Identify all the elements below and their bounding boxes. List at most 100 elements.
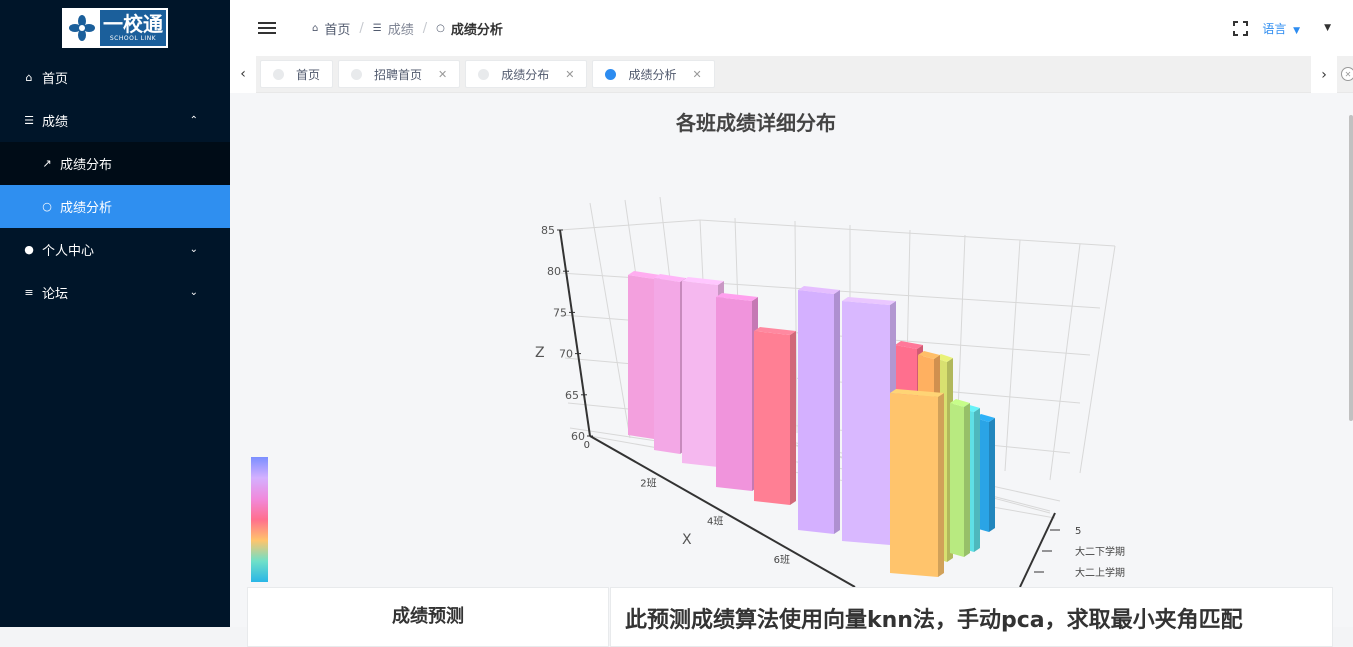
tab-dot-icon — [605, 68, 617, 80]
sidebar-item-forum[interactable]: ≡ 论坛 ⌄ — [0, 271, 230, 314]
chevron-down-icon: ⌄ — [189, 244, 198, 255]
sidebar-item-label: 成绩分析 — [60, 201, 113, 216]
tab-home[interactable]: 首页 — [260, 60, 334, 88]
navbar-actions: 语言 ▼ ▼ — [1233, 0, 1331, 56]
breadcrumb: ⌂ 首页 / ☰ 成绩 / ○ 成绩分析 — [312, 19, 503, 38]
tab-label: 招聘首页 — [374, 67, 423, 82]
z-tick-label: 85 — [541, 224, 555, 237]
tabs-bar: ‹ 首页 招聘首页 ✕ 成绩分布 ✕ 成绩分析 ✕ › ✕ — [230, 55, 1353, 93]
grid-line — [1049, 243, 1081, 481]
language-label: 语言 — [1262, 21, 1287, 36]
sidebar-item-home[interactable]: ⌂ 首页 — [0, 56, 230, 99]
bar-side — [790, 331, 796, 505]
chevron-down-icon: ⌄ — [189, 287, 198, 298]
z-axis-label: Z — [535, 345, 545, 361]
language-dropdown[interactable]: 语言 ▼ — [1262, 20, 1300, 37]
bar-side — [974, 408, 980, 552]
logo-main-text: 一校通 — [103, 12, 163, 36]
bar-side — [938, 393, 944, 577]
chevron-up-icon: ⌃ — [189, 115, 198, 126]
y-tick-label: 大二下学期 — [1075, 545, 1125, 558]
main-area: ⌂ 首页 / ☰ 成绩 / ○ 成绩分析 语言 ▼ ▼ ‹ 首页 招聘首页 ✕ … — [230, 0, 1353, 647]
close-icon[interactable]: ✕ — [565, 68, 574, 81]
sidebar-item-personal-center[interactable]: ● 个人中心 ⌄ — [0, 228, 230, 271]
sidebar-item-label: 首页 — [42, 72, 69, 87]
bar3d-chart[interactable]: 606570758085Z02班4班6班X5大二下学期大二上学期 — [230, 93, 1353, 593]
user-dropdown-caret-icon[interactable]: ▼ — [1324, 23, 1331, 33]
close-icon[interactable]: ✕ — [693, 68, 702, 81]
home-icon: ⌂ — [25, 71, 33, 84]
top-navbar: ⌂ 首页 / ☰ 成绩 / ○ 成绩分析 语言 ▼ ▼ — [230, 0, 1353, 56]
logo-area: 一校通 SCHOOL LINK — [0, 0, 230, 56]
grid-line — [559, 219, 701, 231]
fullscreen-icon[interactable] — [1233, 20, 1249, 36]
z-axis-line — [559, 229, 591, 437]
algorithm-description: 此预测成绩算法使用向量knn法，手动pca，求取最小夹角匹配 — [625, 608, 1243, 633]
visual-map-legend — [251, 457, 268, 582]
sidebar-item-grade-distribution[interactable]: ↗ 成绩分布 — [0, 142, 230, 185]
x-tick-label: 2班 — [640, 477, 656, 489]
tab-grade-distribution[interactable]: 成绩分布 ✕ — [465, 60, 588, 88]
user-icon: ● — [24, 243, 34, 256]
bar-side — [964, 403, 970, 557]
tabs-scroll-right-icon[interactable]: › — [1311, 56, 1337, 93]
x-tick-label: 4班 — [707, 516, 723, 528]
bar-front — [890, 393, 938, 577]
breadcrumb-home[interactable]: 首页 — [324, 19, 350, 38]
tab-dot-icon — [273, 68, 284, 80]
bar-front — [654, 278, 680, 454]
bar-side — [989, 418, 995, 532]
bar-front — [950, 403, 964, 557]
analysis-icon: ○ — [436, 22, 445, 34]
bar-front — [628, 275, 654, 439]
trend-icon: ↗ — [42, 157, 52, 170]
y-axis-line — [1019, 512, 1056, 588]
content-area: 各班成绩详细分布 60 65 70 75 80 85 Z 0 2班 4班 6班 X 5 大二下学期 大二上学… — [230, 93, 1353, 647]
logo[interactable]: 一校通 SCHOOL LINK — [62, 8, 168, 48]
logo-text: 一校通 SCHOOL LINK — [100, 13, 166, 43]
prediction-card: 成绩预测 — [247, 587, 609, 647]
prediction-card-title: 成绩预测 — [392, 606, 464, 627]
algorithm-card: 此预测成绩算法使用向量knn法，手动pca，求取最小夹角匹配 — [610, 587, 1333, 647]
z-tick-label: 80 — [547, 265, 561, 278]
bar-front — [716, 297, 752, 491]
flower-logo-icon — [64, 10, 100, 46]
tab-recruit-home[interactable]: 招聘首页 ✕ — [338, 60, 461, 88]
bar-front — [754, 331, 790, 505]
breadcrumb-grades[interactable]: 成绩 — [388, 19, 414, 38]
sidebar-item-label: 成绩分布 — [60, 158, 113, 173]
grid-line — [699, 219, 1116, 247]
close-icon[interactable]: ✕ — [438, 68, 447, 81]
logo-sub-text: SCHOOL LINK — [109, 35, 157, 42]
breadcrumb-separator: / — [422, 20, 428, 36]
sidebar-item-label: 个人中心 — [42, 244, 95, 259]
tab-grade-analysis[interactable]: 成绩分析 ✕ — [592, 60, 715, 88]
layers-icon: ☰ — [24, 114, 34, 127]
y-tick-label: 大二上学期 — [1075, 566, 1125, 579]
sidebar-item-label: 论坛 — [42, 287, 69, 302]
x-tick-label: 0 — [584, 440, 590, 451]
x-tick-label: 6班 — [774, 554, 790, 566]
sidebar-item-grade-analysis[interactable]: ○ 成绩分析 — [0, 185, 230, 228]
grid-line — [589, 202, 631, 439]
bar-front — [682, 281, 718, 467]
z-tick-label: 75 — [553, 306, 567, 319]
tab-label: 首页 — [296, 67, 321, 82]
sidebar-item-grades[interactable]: ☰ 成绩 ⌃ — [0, 99, 230, 142]
y-tick-label: 5 — [1075, 526, 1081, 537]
bar-front — [842, 301, 890, 545]
tab-label: 成绩分布 — [501, 67, 550, 82]
breadcrumb-separator: / — [359, 20, 364, 36]
scrollbar[interactable] — [1349, 115, 1353, 421]
tab-dot-icon — [478, 68, 490, 80]
caret-down-icon: ▼ — [1293, 25, 1301, 36]
tabs-scroll-left-icon[interactable]: ‹ — [230, 55, 256, 93]
tabs-list: 首页 招聘首页 ✕ 成绩分布 ✕ 成绩分析 ✕ — [256, 60, 1353, 88]
z-tick-label: 70 — [559, 348, 573, 361]
menu-toggle-icon[interactable] — [258, 19, 276, 37]
tab-label: 成绩分析 — [628, 67, 677, 82]
sidebar: 一校通 SCHOOL LINK ⌂ 首页 ☰ 成绩 ⌃ ↗ 成绩分布 ○ 成绩分… — [0, 0, 230, 627]
x-axis-label: X — [682, 532, 692, 548]
close-all-tabs-icon[interactable]: ✕ — [1341, 67, 1353, 81]
list-icon: ≡ — [24, 286, 34, 299]
